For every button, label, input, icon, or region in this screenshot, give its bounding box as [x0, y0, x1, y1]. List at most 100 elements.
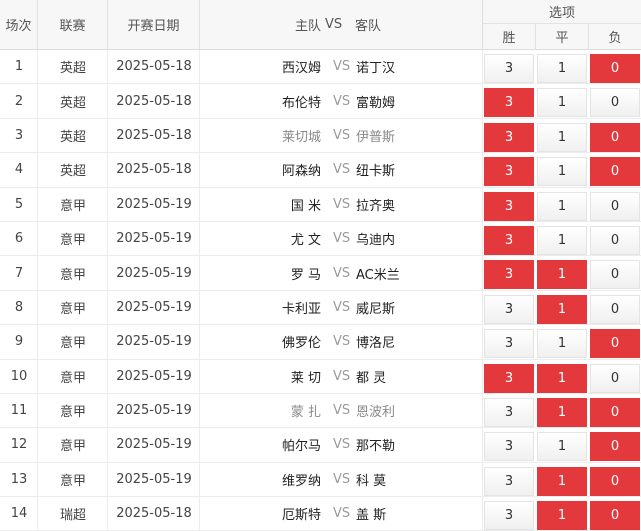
draw-option[interactable]: 1	[537, 88, 587, 118]
draw-option[interactable]: 1	[537, 157, 587, 187]
win-option[interactable]: 3	[484, 157, 534, 187]
header-lose: 负	[608, 31, 622, 46]
league-name: 意甲	[59, 233, 86, 249]
column-divider	[482, 462, 483, 497]
lose-option[interactable]: 0	[590, 122, 640, 152]
column-divider	[482, 428, 483, 462]
win-option[interactable]: 3	[484, 466, 534, 496]
league-name: 意甲	[59, 439, 86, 455]
win-option[interactable]: 3	[484, 54, 534, 83]
away-team: 富勒姆	[356, 95, 396, 111]
lose-option[interactable]: 0	[590, 225, 640, 255]
win-option[interactable]: 3	[484, 363, 534, 393]
lose-option[interactable]: 0	[590, 397, 640, 427]
match-date: 2025-05-19	[116, 334, 192, 350]
lose-option[interactable]: 0	[590, 260, 640, 290]
draw-option[interactable]: 1	[537, 501, 587, 531]
match-number: 2	[14, 93, 24, 109]
win-option[interactable]: 3	[484, 122, 534, 152]
lose-option[interactable]: 0	[590, 501, 640, 531]
draw-option[interactable]: 1	[537, 294, 587, 324]
match-number: 5	[14, 196, 24, 212]
home-team: 厄斯特	[281, 508, 321, 524]
lose-option[interactable]: 0	[590, 363, 640, 393]
home-team: 国 米	[290, 198, 321, 214]
draw-option[interactable]: 1	[537, 466, 587, 496]
away-team: 都 灵	[356, 370, 387, 386]
table-row: 5 意甲 2025-05-19 国 米 VS 拉齐奥 3 1 0	[0, 187, 641, 222]
column-divider	[482, 221, 483, 256]
home-team: 阿森纳	[281, 164, 321, 180]
draw-option[interactable]: 1	[537, 191, 587, 221]
lose-option[interactable]: 0	[590, 54, 640, 83]
header-no: 场次	[0, 0, 38, 49]
lose-option[interactable]: 0	[590, 88, 640, 118]
column-divider	[482, 256, 483, 290]
column-divider	[482, 153, 483, 187]
away-team: 拉齐奥	[356, 198, 396, 214]
lose-option[interactable]: 0	[590, 432, 640, 462]
league-name: 意甲	[59, 267, 86, 283]
table-row: 8 意甲 2025-05-19 卡利亚 VS 威尼斯 3 1 0	[0, 290, 641, 326]
lose-option[interactable]: 0	[590, 466, 640, 496]
table-row: 2 英超 2025-05-18 布伦特 VS 富勒姆 3 1 0	[0, 84, 641, 119]
lose-option[interactable]: 0	[590, 191, 640, 221]
home-team: 布伦特	[281, 95, 321, 111]
win-option[interactable]: 3	[484, 397, 534, 427]
draw-option[interactable]: 1	[537, 225, 587, 255]
draw-option[interactable]: 1	[537, 54, 587, 83]
table-header: 场次 联赛 开赛日期 主队 VS 客队 选项 胜 平 负	[0, 0, 641, 50]
match-number: 8	[14, 299, 24, 315]
league-name: 英超	[59, 61, 86, 77]
away-team: 伊普斯	[356, 129, 396, 145]
league-name: 英超	[59, 129, 86, 145]
table-row: 12 意甲 2025-05-19 帕尔马 VS 那不勒 3 1 0	[0, 428, 641, 463]
away-team: 博洛尼	[356, 336, 396, 352]
header-date: 开赛日期	[108, 0, 200, 49]
column-divider	[482, 118, 483, 153]
vs-label: VS	[333, 59, 351, 75]
vs-label: VS	[333, 403, 351, 419]
vs-label: VS	[333, 196, 351, 212]
win-option[interactable]: 3	[484, 294, 534, 324]
draw-option[interactable]: 1	[537, 397, 587, 427]
draw-option[interactable]: 1	[537, 363, 587, 393]
win-option[interactable]: 3	[484, 88, 534, 118]
vs-label: VS	[333, 437, 351, 453]
draw-option[interactable]: 1	[537, 432, 587, 462]
match-date: 2025-05-19	[116, 299, 192, 315]
lose-option[interactable]: 0	[590, 329, 640, 359]
win-option[interactable]: 3	[484, 260, 534, 290]
match-date: 2025-05-18	[116, 93, 192, 109]
header-league: 联赛	[38, 0, 108, 49]
table-row: 4 英超 2025-05-18 阿森纳 VS 纽卡斯 3 1 0	[0, 153, 641, 188]
draw-option[interactable]: 1	[537, 329, 587, 359]
match-date: 2025-05-19	[116, 437, 192, 453]
match-number: 12	[10, 437, 28, 453]
away-team: 盖 斯	[356, 508, 387, 524]
home-team: 帕尔马	[281, 439, 321, 455]
lose-option[interactable]: 0	[590, 294, 640, 324]
home-team: 莱切城	[281, 129, 321, 145]
win-option[interactable]: 3	[484, 191, 534, 221]
header-away: 客队	[355, 19, 382, 34]
header-vs: VS	[325, 17, 343, 32]
vs-label: VS	[333, 93, 351, 109]
draw-option[interactable]: 1	[537, 260, 587, 290]
away-team: 乌迪内	[356, 233, 396, 249]
home-team: 尤 文	[290, 233, 321, 249]
win-option[interactable]: 3	[484, 432, 534, 462]
win-option[interactable]: 3	[484, 501, 534, 531]
match-date: 2025-05-18	[116, 162, 192, 178]
table-row: 7 意甲 2025-05-19 罗 马 VS AC米兰 3 1 0	[0, 256, 641, 291]
match-table: 场次 联赛 开赛日期 主队 VS 客队 选项 胜 平 负 1 英超 2025-05-…	[0, 0, 641, 531]
league-name: 意甲	[59, 301, 86, 317]
away-team: 科 莫	[356, 473, 387, 489]
column-divider	[482, 290, 483, 325]
lose-option[interactable]: 0	[590, 157, 640, 187]
win-option[interactable]: 3	[484, 329, 534, 359]
vs-label: VS	[333, 162, 351, 178]
draw-option[interactable]: 1	[537, 122, 587, 152]
match-date: 2025-05-18	[116, 127, 192, 143]
win-option[interactable]: 3	[484, 225, 534, 255]
